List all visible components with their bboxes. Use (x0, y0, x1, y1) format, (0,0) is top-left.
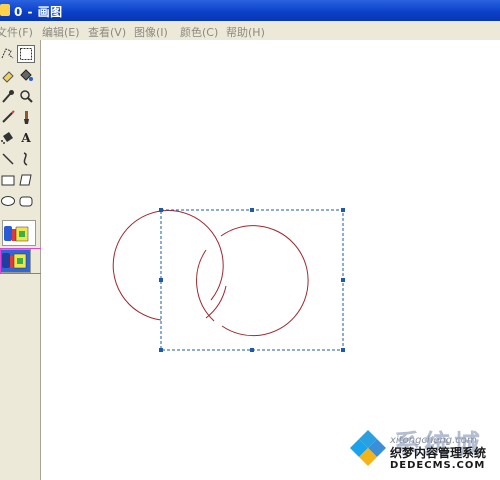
toolbox: A (0, 40, 58, 480)
selection-handle (250, 348, 254, 352)
polygon-icon[interactable] (18, 172, 34, 188)
selection-handle (341, 208, 345, 212)
menu-help[interactable]: 帮助(H) (226, 24, 265, 40)
menu-colors[interactable]: 颜色(C) (180, 24, 218, 40)
circle-shape (205, 285, 227, 319)
magnifier-icon[interactable] (18, 88, 34, 104)
selection-handle (159, 208, 163, 212)
select-icon[interactable] (17, 45, 35, 63)
free-form-select-icon[interactable] (0, 46, 16, 62)
circle-shape (220, 225, 309, 337)
line-icon[interactable] (0, 151, 16, 167)
window-title: 0 - 画图 (14, 5, 63, 19)
menu-image[interactable]: 图像(I) (134, 24, 168, 40)
watermark-logo-icon (348, 428, 388, 468)
selection-handle (341, 278, 345, 282)
watermark: 系统城 xitongcheng.com 织梦内容管理系统 DEDECMS.COM (340, 420, 500, 480)
selection-handle (341, 348, 345, 352)
selection-box (160, 209, 344, 351)
ellipse-icon[interactable] (0, 193, 16, 209)
pencil-icon[interactable] (0, 109, 16, 125)
airbrush-icon[interactable] (0, 130, 16, 146)
watermark-site: DEDECMS.COM (390, 460, 486, 471)
menu-view[interactable]: 查看(V) (88, 24, 126, 40)
rectangle-icon[interactable] (0, 172, 16, 188)
pick-color-icon[interactable] (0, 88, 16, 104)
selection-handle (159, 348, 163, 352)
watermark-cn-text: 织梦内容管理系统 (390, 446, 487, 460)
brush-icon[interactable] (18, 109, 34, 125)
menu-edit[interactable]: 编辑(E) (42, 24, 80, 40)
opaque-selection-option[interactable] (2, 223, 32, 245)
menu-file[interactable]: 文件(F) (0, 24, 33, 40)
curve-icon[interactable] (18, 151, 34, 167)
selection-handle (159, 278, 163, 282)
menu-bar: 文件(F) 编辑(E) 查看(V) 图像(I) 颜色(C) 帮助(H) (0, 21, 500, 40)
circle-shape (196, 249, 215, 322)
text-icon[interactable]: A (18, 130, 34, 146)
fill-with-color-icon[interactable] (18, 67, 34, 83)
rounded-rectangle-icon[interactable] (18, 193, 34, 209)
drawing-canvas[interactable] (41, 40, 500, 480)
selection-handle (250, 208, 254, 212)
paint-app-icon (0, 4, 10, 16)
eraser-icon[interactable] (0, 67, 16, 83)
circle-shape (112, 209, 224, 321)
title-bar: 0 - 画图 (0, 0, 500, 21)
